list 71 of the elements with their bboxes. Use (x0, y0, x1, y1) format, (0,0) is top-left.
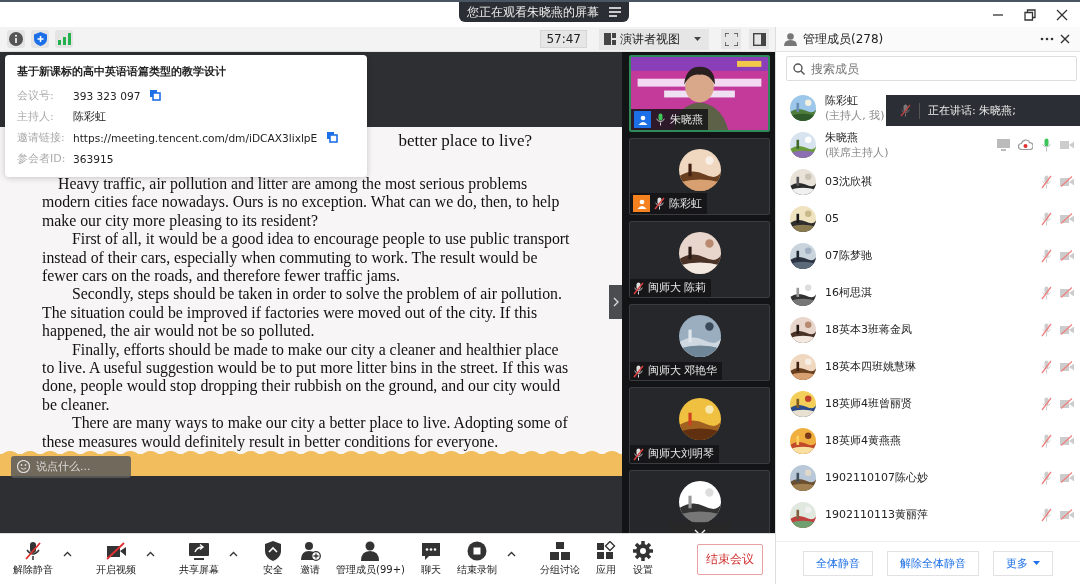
participant-name: 陈彩虹 (669, 196, 702, 211)
member-name: 16柯思淇 (825, 285, 872, 300)
toolbar-button[interactable]: 安全 (257, 541, 289, 577)
meeting-title: 基于新课标的高中英语语篇类型的教学设计 (17, 65, 227, 79)
meeting-timer: 57:47 (540, 30, 587, 48)
toolbar-button[interactable]: 邀请 (294, 541, 326, 577)
member-row[interactable]: 18英本四班姚慧琳 (776, 348, 1080, 385)
panel-title: 管理成员(278) (803, 30, 884, 48)
panel-button[interactable]: 更多 (993, 550, 1053, 576)
member-row[interactable]: 16柯思淇 (776, 274, 1080, 311)
toolbar-button[interactable]: 应用 (589, 541, 622, 577)
info-value: 陈彩虹 (73, 109, 106, 124)
member-row[interactable]: 18英师4班曾丽贤 (776, 385, 1080, 422)
info-label: 邀请链接: (17, 130, 66, 145)
document-paragraph: Secondly, steps should be taken in order to solve the problem of air pollution. The situation could be improved if factories were moved out of the city. If this happened, the air would not be so polluted. (42, 285, 563, 341)
member-name: 朱晓燕 (825, 129, 858, 145)
member-role: (联席主持人) (825, 144, 889, 160)
member-role: (主持人, 我) (825, 107, 885, 123)
member-name: 1902110107陈心妙 (825, 470, 928, 485)
toolbar-button[interactable]: 管理成员(99+) (331, 541, 410, 577)
member-row[interactable]: 1902110113黄丽萍 (776, 496, 1080, 533)
toolbar-button[interactable]: 结束录制 (451, 541, 502, 577)
toolbar-button[interactable]: 设置 (626, 541, 659, 577)
view-mode-dropdown[interactable]: 演讲者视图 (599, 28, 709, 50)
member-row[interactable]: 05 (776, 200, 1080, 237)
member-row[interactable]: 07陈梦驰 (776, 237, 1080, 274)
end-meeting-button[interactable]: 结束会议 (697, 543, 763, 575)
banner-text: 您正在观看朱晓燕的屏幕 (467, 3, 599, 21)
participant-name: 闽师大 邓艳华 (648, 364, 718, 378)
info-value: https://meeting.tencent.com/dm/iDCAX3lixlpE (73, 131, 318, 144)
member-row[interactable]: 18英师4黄燕燕 (776, 422, 1080, 459)
member-name: 18英本四班姚慧琳 (825, 359, 916, 374)
toolbar-button[interactable]: 共享屏幕 (174, 541, 224, 577)
member-row[interactable]: 18英本3班蒋金凤 (776, 311, 1080, 348)
info-label: 会议号: (17, 88, 55, 103)
member-row[interactable]: 03沈欣祺 (776, 163, 1080, 200)
info-value: 393 323 097 (73, 89, 141, 102)
toolbar-button[interactable]: 解除静音 (8, 541, 58, 577)
member-name: 18英本3班蒋金凤 (825, 322, 912, 337)
info-label: 参会者ID: (17, 151, 67, 166)
document-paragraph: Heavy traffic, air pollution and litter are among the most serious problems modern cities face nowadays. Ours is no exception. What can we do, then, to help make our city more pleasing to its resident? (42, 175, 561, 231)
member-name: 03沈欣祺 (825, 174, 872, 189)
document-paragraph: Finally, efforts should be made to make our city a cleaner and healthier place to live. A useful suggestion would be to put more litter bins in the street. If this was done, people would stop dropping their rubbish on the ground, and our city would be cleaner. (42, 340, 570, 415)
video-tile[interactable]: 闽师大刘明琴 (629, 387, 770, 464)
panel-button[interactable]: 解除全体静音 (887, 550, 979, 576)
member-name: 07陈梦驰 (825, 248, 872, 263)
search-field[interactable]: 搜索成员 (786, 56, 1077, 81)
document-paragraph: There are many ways to make our city a better place to live. Adopting some of these measures would definitely result in better conditions for everyone. (42, 414, 569, 452)
video-tile[interactable]: 朱晓燕 (629, 55, 770, 132)
video-tile[interactable]: 闽师大 邓艳华 (629, 304, 770, 381)
document-title: better place to live? (398, 131, 532, 150)
toolbar-button[interactable]: 分组讨论 (534, 541, 585, 577)
toolbar-button[interactable]: 聊天 (414, 541, 447, 577)
participant-name: 朱晓燕 (670, 112, 703, 127)
document-paragraph: First of all, it would be a good idea to encourage people to use public transport instead of their cars, especially when commuting to work. The result would be fewer cars on the roads, and therefore fewer traffic jams. (42, 230, 571, 286)
info-label: 主持人: (17, 109, 55, 124)
member-name: 05 (825, 212, 839, 225)
info-value: 363915 (73, 152, 114, 165)
video-tile[interactable]: 陈彩虹 (629, 138, 770, 215)
panel-button[interactable]: 全体静音 (803, 550, 873, 576)
member-name: 陈彩虹 (825, 92, 858, 108)
member-name: 18英师4班曾丽贤 (825, 396, 912, 411)
participant-name: 闽师大 陈莉 (648, 281, 707, 295)
toolbar-button[interactable]: 开启视频 (91, 541, 141, 577)
participant-name: 闽师大刘明琴 (648, 447, 714, 461)
video-tile[interactable]: 闽师大 陈莉 (629, 221, 770, 298)
member-row[interactable]: 朱晓燕 (联席主持人) (776, 126, 1080, 163)
member-name: 1902110113黄丽萍 (825, 507, 928, 522)
member-name: 18英师4黄燕燕 (825, 433, 901, 448)
member-row[interactable]: 1902110107陈心妙 (776, 459, 1080, 496)
speaking-text: 正在讲话: 朱晓燕; (928, 103, 1016, 118)
